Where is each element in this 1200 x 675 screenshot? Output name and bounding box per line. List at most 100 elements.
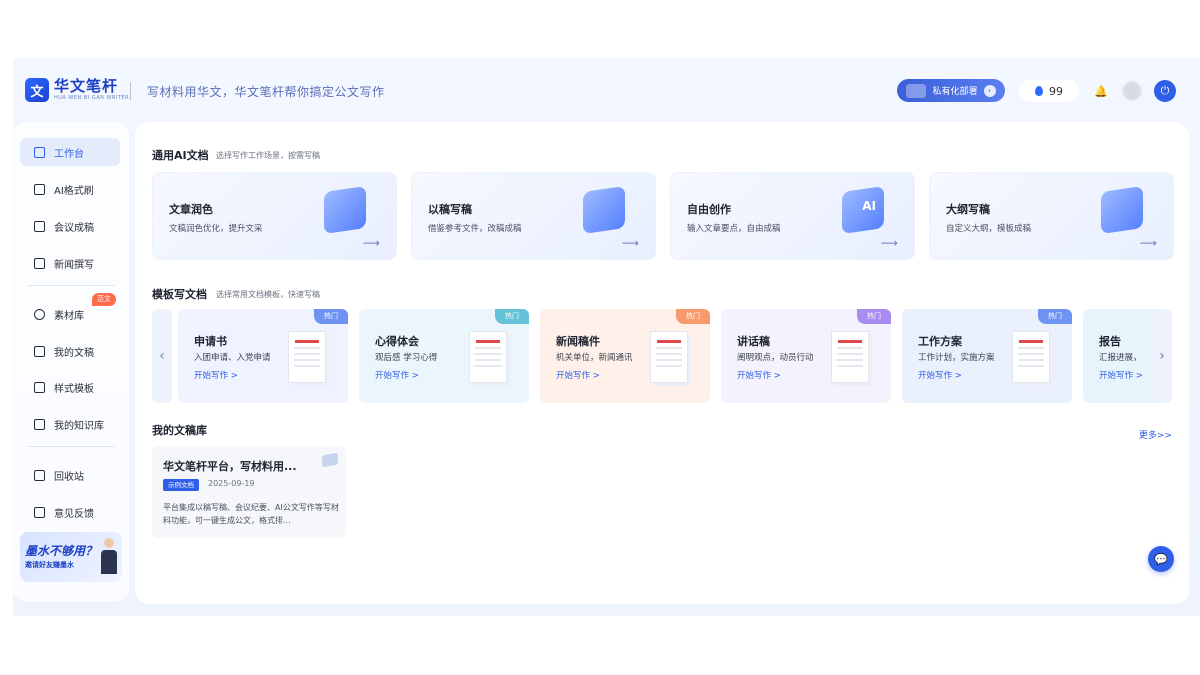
sidebar-item-label: 素材库 xyxy=(54,310,84,322)
ai-card-rewrite[interactable]: 以稿写稿 借鉴参考文件，改稿成稿 ⟶ xyxy=(411,172,656,260)
sidebar-item-label: 回收站 xyxy=(54,471,84,483)
ink-credits[interactable]: 99 xyxy=(1019,80,1079,102)
template-card-news[interactable]: 热门 新闻稿件 机关单位，新闻通讯 开始写作 > xyxy=(540,309,710,403)
templates-subtitle: 选择常用文档模板，快速写稿 xyxy=(216,290,320,299)
ai-docs-title: 通用AI文档 xyxy=(152,149,209,162)
chat-assistant-icon[interactable]: 💬 xyxy=(1148,546,1174,572)
templates-title: 模板写文档 xyxy=(152,288,207,301)
hot-badge: 热门 xyxy=(857,309,891,324)
arrow-right-icon: ⟶ xyxy=(1139,236,1157,250)
start-writing-link[interactable]: 开始写作 > xyxy=(1099,369,1143,381)
card-desc: 借鉴参考文件，改稿成稿 xyxy=(428,224,522,234)
card-title: 文章润色 xyxy=(169,203,213,216)
start-writing-link[interactable]: 开始写作 > xyxy=(737,369,781,381)
credits-count: 99 xyxy=(1049,84,1063,98)
chevron-right-icon[interactable]: › xyxy=(1152,309,1172,403)
template-card-speech[interactable]: 热门 讲话稿 阐明观点，动员行动 开始写作 > xyxy=(721,309,891,403)
sidebar-item-workbench[interactable]: 工作台 xyxy=(20,138,120,166)
power-icon[interactable]: ⏻ xyxy=(1154,80,1176,102)
sidebar-item-materials[interactable]: 素材库 范文 xyxy=(20,293,120,328)
document-preview-icon xyxy=(288,331,326,383)
card-title: 以稿写稿 xyxy=(428,203,472,216)
server-stack-icon xyxy=(1101,186,1143,234)
card-title: 工作方案 xyxy=(918,335,962,348)
sample-doc-tag: 示例文档 xyxy=(163,479,199,491)
mail-icon xyxy=(34,506,45,518)
sample-badge: 范文 xyxy=(92,293,116,306)
doc-desc: 平台集成以稿写稿、会议纪要、AI公文写作等写材料功能，可一键生成公文，格式排..… xyxy=(163,503,339,525)
card-desc: 汇报进展， xyxy=(1099,353,1142,363)
invite-promo-banner[interactable]: 墨水不够用？ 邀请好友赚墨水 xyxy=(20,532,122,582)
ai-card-polish[interactable]: 文章润色 文稿润色优化，提升文采 ⟶ xyxy=(152,172,397,260)
server-cube-icon xyxy=(906,83,927,98)
library-title: 我的文稿库 xyxy=(152,424,207,437)
arrow-circle-icon: › xyxy=(983,84,996,97)
bell-icon[interactable]: 🔔 xyxy=(1094,85,1108,98)
sidebar-item-meeting[interactable]: 会议成稿 xyxy=(20,212,120,240)
book-icon xyxy=(34,418,45,430)
start-writing-link[interactable]: 开始写作 > xyxy=(375,369,419,381)
main-content: 通用AI文档 选择写作工作场景，按需写稿 文章润色 文稿润色优化，提升文采 ⟶ … xyxy=(135,122,1189,604)
sidebar-item-knowledge-base[interactable]: 我的知识库 xyxy=(20,410,120,438)
monitor-icon xyxy=(583,186,625,234)
sidebar-divider xyxy=(27,285,115,286)
arrow-right-icon: ⟶ xyxy=(880,236,898,250)
sidebar-item-ai-format[interactable]: AI格式刷 xyxy=(20,175,120,203)
promo-person-illustration xyxy=(100,538,118,578)
sidebar-item-style-templates[interactable]: 样式模板 xyxy=(20,373,120,401)
sidebar-item-label: 我的知识库 xyxy=(54,420,104,432)
document-preview-icon xyxy=(831,331,869,383)
folder-icon xyxy=(34,146,45,158)
template-carousel: ‹ 热门 申请书 入团申请、入党申请 开始写作 > 热门 心得体会 观后感 学习… xyxy=(152,309,1172,403)
hot-badge: 热门 xyxy=(314,309,348,324)
start-writing-link[interactable]: 开始写作 > xyxy=(194,369,238,381)
doc-corner-icon xyxy=(322,452,338,468)
private-deploy-button[interactable]: 私有化部署 › xyxy=(897,79,1005,102)
deploy-label: 私有化部署 xyxy=(932,87,978,97)
sidebar-item-label: 样式模板 xyxy=(54,383,94,395)
doc-date: 2025-09-19 xyxy=(208,479,255,488)
header-divider xyxy=(130,82,131,100)
promo-title: 墨水不够用？ xyxy=(25,544,98,558)
card-title: 大纲写稿 xyxy=(946,203,990,216)
doc-title: 华文笔杆平台，写材料用... xyxy=(163,460,297,473)
card-title: 自由创作 xyxy=(687,203,731,216)
template-card-application[interactable]: 热门 申请书 入团申请、入党申请 开始写作 > xyxy=(178,309,348,403)
card-title: 心得体会 xyxy=(375,335,419,348)
sidebar-item-news[interactable]: 新闻撰写 xyxy=(20,249,120,277)
sidebar-item-label: 新闻撰写 xyxy=(54,259,94,271)
document-stack-icon xyxy=(324,186,366,234)
arrow-right-icon: ⟶ xyxy=(621,236,639,250)
logo[interactable]: 文 华文笔杆 HUA WEN BI GAN WRITER xyxy=(25,78,129,102)
logo-mark-icon: 文 xyxy=(25,78,49,102)
avatar[interactable] xyxy=(1121,80,1143,102)
ai-chip-label: AI xyxy=(862,199,876,213)
card-desc: 机关单位，新闻通讯 xyxy=(556,353,633,363)
trash-icon xyxy=(34,469,45,481)
start-writing-link[interactable]: 开始写作 > xyxy=(918,369,962,381)
chevron-left-icon[interactable]: ‹ xyxy=(152,309,172,403)
template-card-reflection[interactable]: 热门 心得体会 观后感 学习心得 开始写作 > xyxy=(359,309,529,403)
clipboard-icon xyxy=(34,345,45,357)
card-desc: 工作计划，实施方案 xyxy=(918,353,995,363)
sidebar-item-label: 工作台 xyxy=(54,148,84,160)
globe-icon xyxy=(34,308,45,320)
more-link[interactable]: 更多>> xyxy=(1139,428,1172,441)
newspaper-icon xyxy=(34,257,45,269)
ai-docs-subtitle: 选择写作工作场景，按需写稿 xyxy=(216,151,320,160)
start-writing-link[interactable]: 开始写作 > xyxy=(556,369,600,381)
logo-subtitle: HUA WEN BI GAN WRITER xyxy=(54,95,130,101)
ai-card-outline[interactable]: 大纲写稿 自定义大纲，模板成稿 ⟶ xyxy=(929,172,1174,260)
document-card[interactable]: 华文笔杆平台，写材料用... 示例文档 2025-09-19 平台集成以稿写稿、… xyxy=(152,446,346,538)
sidebar-item-feedback[interactable]: 意见反馈 xyxy=(20,498,120,526)
card-desc: 输入文章要点，自由成稿 xyxy=(687,224,781,234)
ai-card-free-create[interactable]: 自由创作 输入文章要点，自由成稿 AI ⟶ xyxy=(670,172,915,260)
template-card-work-plan[interactable]: 热门 工作方案 工作计划，实施方案 开始写作 > xyxy=(902,309,1072,403)
sidebar-item-recycle-bin[interactable]: 回收站 xyxy=(20,461,120,489)
document-icon xyxy=(34,183,45,195)
hot-badge: 热门 xyxy=(676,309,710,324)
sidebar-item-label: 会议成稿 xyxy=(54,222,94,234)
document-preview-icon xyxy=(469,331,507,383)
sidebar-item-my-docs[interactable]: 我的文稿 xyxy=(20,337,120,365)
card-title: 新闻稿件 xyxy=(556,335,600,348)
